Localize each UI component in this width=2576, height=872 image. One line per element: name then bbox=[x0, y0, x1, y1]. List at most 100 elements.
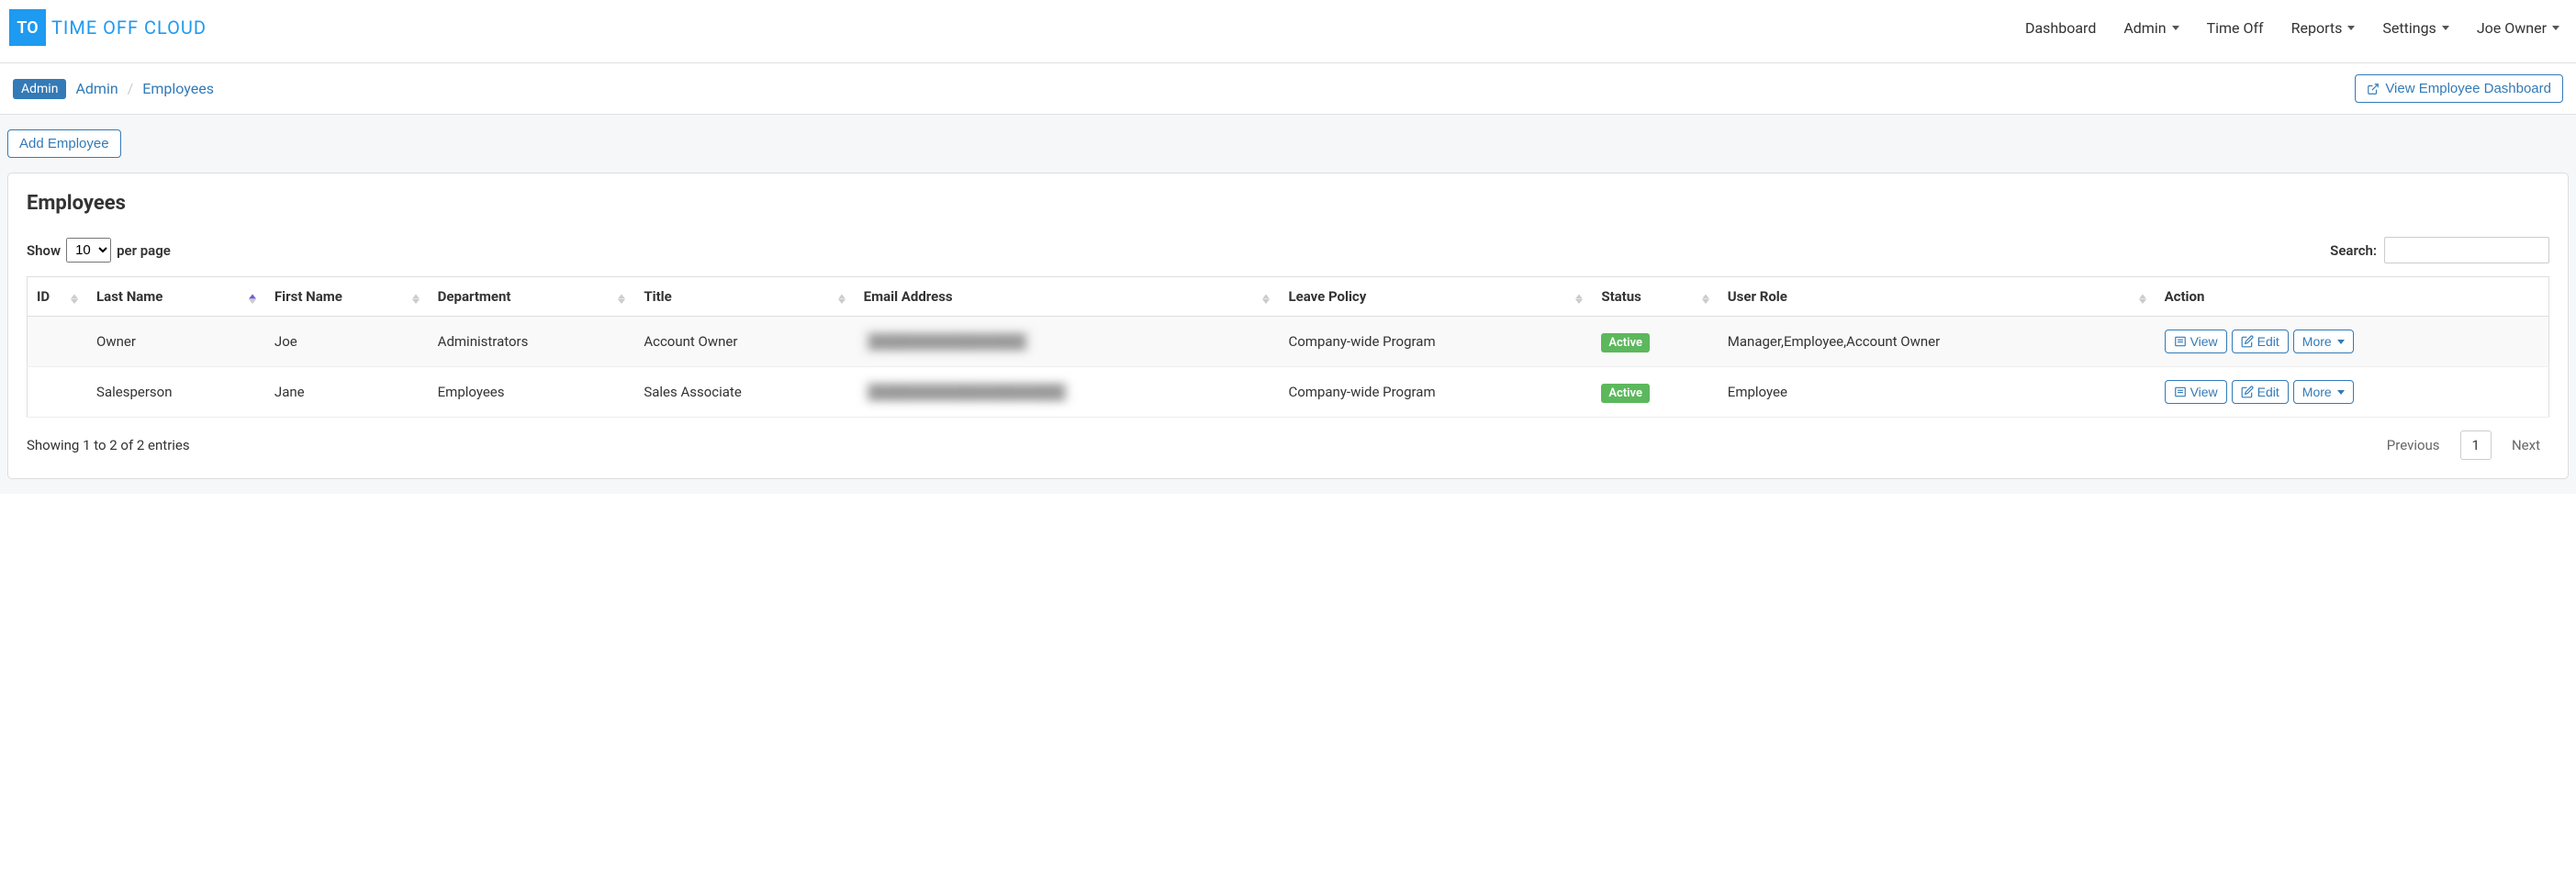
status-badge: Active bbox=[1601, 384, 1650, 403]
nav-user-label: Joe Owner bbox=[2477, 19, 2547, 37]
breadcrumb-badge: Admin bbox=[13, 79, 66, 99]
col-status[interactable]: Status bbox=[1592, 277, 1718, 317]
cell-last-name: Salesperson bbox=[87, 367, 265, 418]
view-button[interactable]: View bbox=[2165, 380, 2227, 404]
search-control: Search: bbox=[2330, 237, 2549, 263]
cell-email: ████████████████████ bbox=[855, 367, 1280, 418]
add-employee-button[interactable]: Add Employee bbox=[7, 129, 121, 158]
external-link-icon bbox=[2367, 83, 2380, 95]
pagination: Previous 1 Next bbox=[2378, 430, 2549, 460]
list-icon bbox=[2174, 335, 2187, 348]
search-label: Search: bbox=[2330, 242, 2377, 259]
cell-last-name: Owner bbox=[87, 317, 265, 367]
status-badge: Active bbox=[1601, 333, 1650, 352]
breadcrumb-sep: / bbox=[128, 80, 134, 97]
cell-email: ████████████████ bbox=[855, 317, 1280, 367]
view-employee-dashboard-button[interactable]: View Employee Dashboard bbox=[2355, 74, 2563, 103]
edit-label: Edit bbox=[2257, 334, 2279, 349]
col-action: Action bbox=[2156, 277, 2549, 317]
cell-department: Employees bbox=[429, 367, 635, 418]
col-user-role[interactable]: User Role bbox=[1719, 277, 2156, 317]
chevron-down-icon bbox=[2337, 340, 2345, 344]
col-first-name[interactable]: First Name bbox=[265, 277, 429, 317]
cell-user-role: Manager,Employee,Account Owner bbox=[1719, 317, 2156, 367]
cell-action: View Edit More bbox=[2156, 367, 2549, 418]
edit-button[interactable]: Edit bbox=[2232, 380, 2289, 404]
cell-user-role: Employee bbox=[1719, 367, 2156, 418]
nav-admin-label: Admin bbox=[2123, 19, 2166, 37]
view-dashboard-label: View Employee Dashboard bbox=[2385, 81, 2551, 96]
blurred-email: ████████████████ bbox=[864, 331, 1031, 352]
chevron-down-icon bbox=[2337, 390, 2345, 395]
cell-id bbox=[28, 317, 88, 367]
chevron-down-icon bbox=[2172, 26, 2179, 30]
pagination-prev[interactable]: Previous bbox=[2378, 431, 2449, 459]
view-label: View bbox=[2190, 334, 2218, 349]
pagination-next[interactable]: Next bbox=[2503, 431, 2549, 459]
table-header-row: ID Last Name First Name Department Title… bbox=[28, 277, 2549, 317]
page-body: Add Employee Employees Show 10 per page … bbox=[0, 115, 2576, 494]
table-controls: Show 10 per page Search: bbox=[27, 237, 2549, 263]
breadcrumb-admin-link[interactable]: Admin bbox=[75, 80, 118, 97]
more-button[interactable]: More bbox=[2293, 330, 2354, 353]
table-row: Owner Joe Administrators Account Owner █… bbox=[28, 317, 2549, 367]
cell-leave-policy: Company-wide Program bbox=[1279, 317, 1592, 367]
breadcrumb: Admin Admin / Employees bbox=[13, 79, 214, 99]
nav-admin[interactable]: Admin bbox=[2123, 19, 2178, 37]
col-title[interactable]: Title bbox=[634, 277, 854, 317]
cell-first-name: Jane bbox=[265, 367, 429, 418]
nav-settings[interactable]: Settings bbox=[2382, 19, 2448, 37]
nav-settings-label: Settings bbox=[2382, 19, 2436, 37]
show-per-page-control: Show 10 per page bbox=[27, 238, 171, 263]
col-email[interactable]: Email Address bbox=[855, 277, 1280, 317]
more-button[interactable]: More bbox=[2293, 380, 2354, 404]
edit-icon bbox=[2241, 335, 2254, 348]
cell-status: Active bbox=[1592, 367, 1718, 418]
chevron-down-icon bbox=[2552, 26, 2559, 30]
chevron-down-icon bbox=[2347, 26, 2355, 30]
table-footer: Showing 1 to 2 of 2 entries Previous 1 N… bbox=[27, 430, 2549, 460]
cell-action: View Edit More bbox=[2156, 317, 2549, 367]
panel-title: Employees bbox=[27, 192, 2549, 215]
col-department[interactable]: Department bbox=[429, 277, 635, 317]
blurred-email: ████████████████████ bbox=[864, 382, 1070, 402]
nav-dashboard[interactable]: Dashboard bbox=[2025, 19, 2096, 37]
table-info: Showing 1 to 2 of 2 entries bbox=[27, 437, 190, 453]
cell-department: Administrators bbox=[429, 317, 635, 367]
breadcrumb-employees-link[interactable]: Employees bbox=[142, 80, 214, 97]
cell-first-name: Joe bbox=[265, 317, 429, 367]
logo-text: TIME OFF CLOUD bbox=[51, 17, 207, 39]
col-last-name[interactable]: Last Name bbox=[87, 277, 265, 317]
logo-box: TO bbox=[9, 9, 46, 46]
nav-reports[interactable]: Reports bbox=[2291, 19, 2356, 37]
cell-title: Sales Associate bbox=[634, 367, 854, 418]
search-input[interactable] bbox=[2384, 237, 2549, 263]
cell-status: Active bbox=[1592, 317, 1718, 367]
show-label-before: Show bbox=[27, 242, 61, 259]
table-row: Salesperson Jane Employees Sales Associa… bbox=[28, 367, 2549, 418]
chevron-down-icon bbox=[2442, 26, 2449, 30]
employees-table: ID Last Name First Name Department Title… bbox=[27, 276, 2549, 418]
breadcrumb-bar: Admin Admin / Employees View Employee Da… bbox=[0, 63, 2576, 115]
col-leave-policy[interactable]: Leave Policy bbox=[1279, 277, 1592, 317]
cell-id bbox=[28, 367, 88, 418]
nav-timeoff[interactable]: Time Off bbox=[2207, 19, 2264, 37]
nav-reports-label: Reports bbox=[2291, 19, 2343, 37]
nav-links: Dashboard Admin Time Off Reports Setting… bbox=[2025, 19, 2559, 37]
col-id[interactable]: ID bbox=[28, 277, 88, 317]
more-label: More bbox=[2302, 334, 2332, 349]
cell-title: Account Owner bbox=[634, 317, 854, 367]
show-label-after: per page bbox=[117, 242, 171, 259]
pagination-page-1[interactable]: 1 bbox=[2460, 430, 2492, 460]
view-button[interactable]: View bbox=[2165, 330, 2227, 353]
nav-user-menu[interactable]: Joe Owner bbox=[2477, 19, 2559, 37]
view-label: View bbox=[2190, 385, 2218, 399]
cell-leave-policy: Company-wide Program bbox=[1279, 367, 1592, 418]
edit-icon bbox=[2241, 386, 2254, 398]
per-page-select[interactable]: 10 bbox=[66, 238, 111, 263]
employees-panel: Employees Show 10 per page Search: ID La… bbox=[7, 173, 2569, 479]
edit-button[interactable]: Edit bbox=[2232, 330, 2289, 353]
logo[interactable]: TO TIME OFF CLOUD bbox=[9, 9, 207, 46]
edit-label: Edit bbox=[2257, 385, 2279, 399]
navbar: TO TIME OFF CLOUD Dashboard Admin Time O… bbox=[0, 0, 2576, 63]
